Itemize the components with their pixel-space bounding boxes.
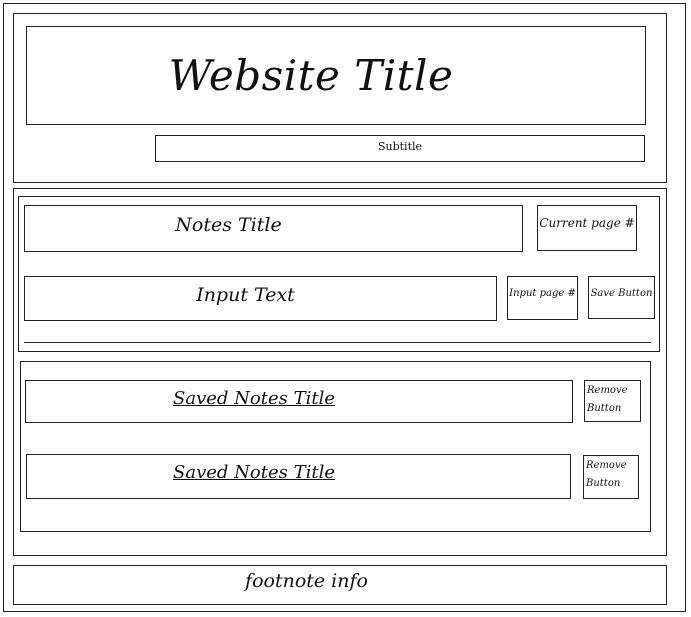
saved-note-item[interactable]: Saved Notes Title: [26, 454, 571, 499]
remove-button-label: Remove Button: [586, 460, 627, 489]
footer-section: footnote info: [13, 565, 667, 605]
remove-button[interactable]: Remove Button: [583, 455, 639, 499]
website-title-box: Website Title: [26, 26, 646, 125]
input-page-field[interactable]: Input page #: [507, 276, 578, 320]
input-page-label: Input page #: [509, 288, 576, 299]
divider-line: [24, 342, 651, 343]
remove-button[interactable]: Remove Button: [584, 380, 641, 422]
input-text-field[interactable]: Input Text: [24, 276, 497, 321]
saved-note-item[interactable]: Saved Notes Title: [25, 380, 573, 423]
website-title: Website Title: [168, 51, 454, 100]
subtitle: Subtitle: [377, 140, 423, 153]
saved-note-title[interactable]: Saved Notes Title: [173, 462, 335, 483]
current-page-label: Current page #: [539, 216, 635, 230]
remove-button-label: Remove Button: [587, 385, 628, 414]
notes-title-input[interactable]: Notes Title: [24, 205, 523, 252]
subtitle-box: Subtitle: [155, 135, 645, 162]
input-text-label: Input Text: [196, 283, 295, 306]
save-button[interactable]: Save Button: [588, 276, 655, 319]
saved-note-title[interactable]: Saved Notes Title: [173, 388, 335, 409]
notes-title-label: Notes Title: [175, 213, 282, 236]
save-button-label: Save Button: [590, 287, 653, 299]
footnote: footnote info: [245, 570, 368, 592]
current-page-display: Current page #: [537, 205, 637, 251]
